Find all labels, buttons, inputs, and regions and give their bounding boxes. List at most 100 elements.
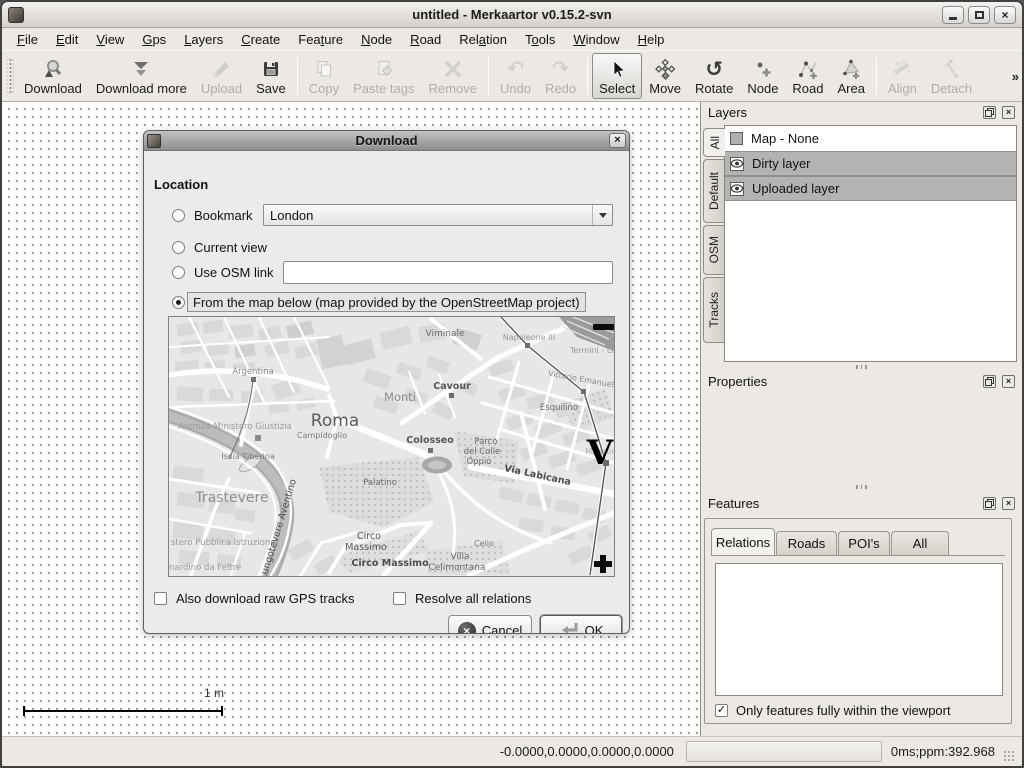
menu-node[interactable]: Node — [352, 30, 401, 49]
menu-road[interactable]: Road — [401, 30, 450, 49]
titlebar[interactable]: untitled - Merkaartor v0.15.2-svn × — [2, 2, 1022, 28]
layers-close-button[interactable]: × — [1002, 106, 1015, 119]
detach-icon — [940, 57, 962, 81]
properties-panel-title: Properties — [708, 374, 767, 389]
menu-create[interactable]: Create — [232, 30, 289, 49]
maximize-button[interactable] — [968, 6, 990, 24]
toolbar-drag-handle[interactable] — [7, 59, 14, 93]
properties-features-splitter[interactable] — [701, 483, 1022, 490]
resolve-relations-checkbox[interactable] — [393, 592, 406, 605]
layer-row-uploaded[interactable]: Uploaded layer — [725, 176, 1016, 201]
zoom-out-icon[interactable] — [593, 324, 614, 330]
map-label: Isola Tiberina — [221, 452, 275, 461]
paste-tags-button[interactable]: Paste tags — [346, 53, 421, 99]
right-dock: Layers × All Default OSM Tracks Map - No… — [700, 102, 1022, 736]
area-button[interactable]: Area — [831, 53, 872, 99]
download-more-button[interactable]: Download more — [89, 53, 194, 99]
map-label: Celio — [474, 539, 494, 548]
layer-row-map-none[interactable]: Map - None — [725, 126, 1016, 151]
node-button[interactable]: Node — [740, 53, 785, 99]
layers-properties-splitter[interactable] — [701, 363, 1022, 370]
features-tab-relations[interactable]: Relations — [711, 528, 775, 555]
layers-tab-osm[interactable]: OSM — [703, 225, 724, 275]
cancel-icon: × — [458, 622, 476, 635]
properties-close-button[interactable]: × — [1002, 375, 1015, 388]
viewport-filter-checkbox[interactable]: ✓ — [715, 704, 728, 717]
layers-tab-all[interactable]: All — [703, 128, 725, 157]
map-label: Viminale — [426, 329, 465, 339]
dialog-close-button[interactable]: × — [609, 133, 626, 148]
menu-tools[interactable]: Tools — [516, 30, 564, 49]
move-button[interactable]: Move — [642, 53, 688, 99]
map-label: Circo Massimo — [351, 558, 429, 569]
copy-icon — [313, 57, 335, 81]
ok-button[interactable]: OK — [540, 615, 622, 634]
features-tab-all[interactable]: All — [891, 531, 949, 555]
ok-button-label: OK — [585, 623, 604, 634]
scalebar-tick — [221, 706, 223, 716]
menu-layers[interactable]: Layers — [175, 30, 232, 49]
menubar: File Edit View Gps Layers Create Feature… — [2, 28, 1022, 50]
layers-tab-default[interactable]: Default — [703, 159, 724, 223]
dialog-title: Download — [144, 133, 629, 148]
layers-float-button[interactable] — [983, 106, 996, 119]
chevron-down-icon[interactable] — [592, 205, 612, 225]
close-button[interactable]: × — [994, 6, 1016, 24]
remove-button[interactable]: Remove — [422, 53, 484, 99]
layers-tab-tracks[interactable]: Tracks — [703, 277, 724, 343]
from-map-radio[interactable] — [172, 296, 185, 309]
features-tab-roads[interactable]: Roads — [776, 531, 837, 555]
features-tabbar: Relations Roads POI's All — [711, 529, 1005, 556]
check-icon: ✓ — [717, 705, 726, 716]
features-box: Relations Roads POI's All ✓ Only feature… — [704, 518, 1012, 724]
eye-icon[interactable] — [730, 182, 744, 196]
redo-button[interactable]: ↷ Redo — [538, 53, 583, 99]
menu-relation[interactable]: Relation — [450, 30, 516, 49]
copy-button[interactable]: Copy — [302, 53, 346, 99]
eye-icon[interactable] — [730, 157, 744, 171]
gps-tracks-checkbox-label: Also download raw GPS tracks — [176, 591, 354, 606]
layer-visibility-checkbox[interactable] — [730, 132, 743, 145]
rotate-button[interactable]: ↺ Rotate — [688, 53, 740, 99]
features-close-button[interactable]: × — [1002, 497, 1015, 510]
toolbar-overflow-button[interactable]: » — [1012, 69, 1019, 84]
map-canvas[interactable]: 1 m Download × Location Bookmark London — [2, 102, 700, 736]
bookmark-radio[interactable] — [172, 209, 185, 222]
upload-icon — [210, 57, 232, 81]
menu-view[interactable]: View — [87, 30, 133, 49]
road-button[interactable]: Road — [785, 53, 830, 99]
layer-row-dirty[interactable]: Dirty layer — [725, 151, 1016, 176]
bookmark-combobox[interactable]: London — [263, 204, 613, 226]
layers-list: Map - None Dirty layer Uploaded layer — [724, 125, 1017, 362]
resize-grip[interactable] — [1003, 750, 1016, 763]
current-view-radio[interactable] — [172, 241, 185, 254]
osm-link-input[interactable] — [283, 261, 613, 284]
undo-button[interactable]: ↶ Undo — [493, 53, 538, 99]
menu-gps[interactable]: Gps — [133, 30, 175, 49]
features-tab-pois[interactable]: POI's — [838, 531, 890, 555]
gps-tracks-checkbox[interactable] — [154, 592, 167, 605]
features-panel-header: Features × — [701, 493, 1022, 513]
map-preview[interactable]: Argentina Arenula Ministero Giustizia Ro… — [168, 316, 615, 577]
features-float-button[interactable] — [983, 497, 996, 510]
properties-float-button[interactable] — [983, 375, 996, 388]
menu-feature[interactable]: Feature — [289, 30, 352, 49]
cancel-button[interactable]: × Cancel — [448, 615, 532, 634]
main-toolbar: Download Download more Upload Save Copy — [2, 50, 1022, 102]
save-button[interactable]: Save — [249, 53, 293, 99]
select-button[interactable]: Select — [592, 53, 642, 99]
download-button[interactable]: Download — [17, 53, 89, 99]
menu-window[interactable]: Window — [564, 30, 628, 49]
from-map-radio-label[interactable]: From the map below (map provided by the … — [187, 292, 586, 312]
upload-button[interactable]: Upload — [194, 53, 249, 99]
menu-help[interactable]: Help — [629, 30, 674, 49]
download-dialog-titlebar[interactable]: Download × — [144, 131, 629, 151]
menu-edit[interactable]: Edit — [47, 30, 87, 49]
detach-button[interactable]: Detach — [924, 53, 979, 99]
menu-file[interactable]: File — [8, 30, 47, 49]
osm-link-radio[interactable] — [172, 266, 185, 279]
features-list[interactable] — [715, 563, 1003, 696]
minimize-button[interactable] — [942, 6, 964, 24]
align-button[interactable]: Align — [881, 53, 924, 99]
move-icon — [654, 57, 676, 81]
